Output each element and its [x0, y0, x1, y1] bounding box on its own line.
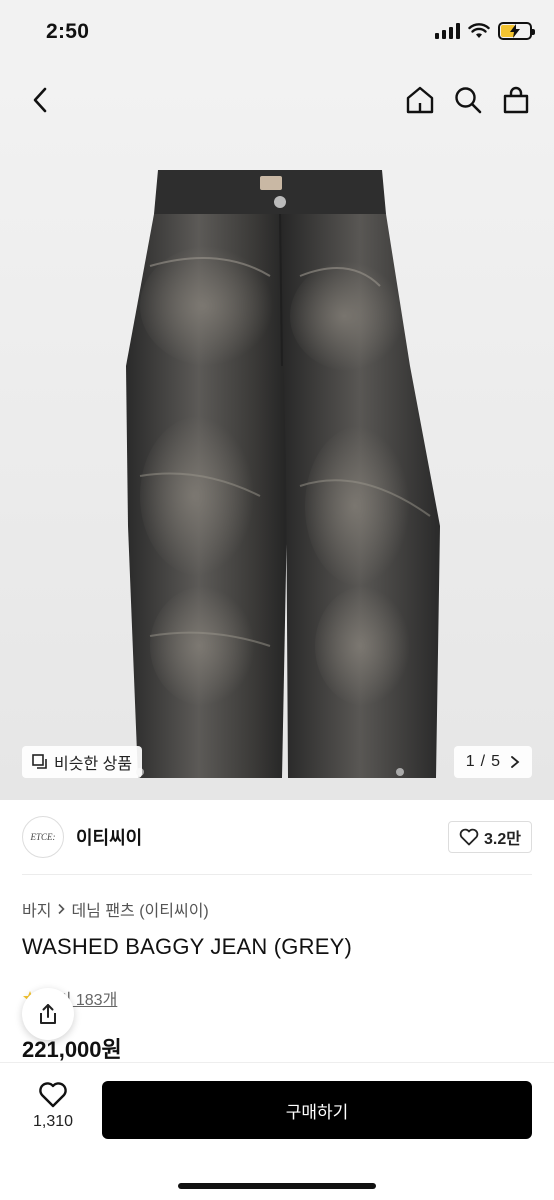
- chevron-right-icon: [58, 903, 66, 915]
- chevron-right-icon: [511, 756, 520, 768]
- buy-button-label: 구매하기: [285, 1102, 349, 1122]
- home-icon: [406, 86, 434, 114]
- product-title: WASHED BAGGY JEAN (GREY): [22, 934, 352, 959]
- cart-button[interactable]: [500, 82, 532, 118]
- bottom-action-bar: 1,310 구매하기: [0, 1062, 554, 1200]
- wifi-icon: [468, 23, 490, 38]
- breadcrumb: 바지 데님 팬츠 (이티씨이): [22, 897, 209, 921]
- heart-icon: [39, 1082, 67, 1108]
- breadcrumb-category[interactable]: 바지: [22, 897, 51, 921]
- search-button[interactable]: [452, 82, 484, 118]
- status-icons: [435, 22, 535, 40]
- copy-icon: [32, 754, 47, 769]
- breadcrumb-subcategory[interactable]: 데님 팬츠 (이티씨이): [71, 897, 208, 921]
- brand-name[interactable]: 이티씨이: [76, 824, 142, 850]
- brand-logo-text: ETCE:: [30, 832, 56, 842]
- status-time: 2:50: [46, 20, 90, 43]
- product-like-count: 1,310: [32, 1113, 74, 1130]
- home-button[interactable]: [404, 82, 436, 118]
- share-icon: [40, 1004, 56, 1024]
- product-image-gallery[interactable]: 비슷한 상품 1 / 5: [0, 66, 554, 800]
- product-photo-jeans: [126, 170, 440, 778]
- brand-like-button[interactable]: 3.2만: [448, 821, 532, 853]
- product-like-button[interactable]: 1,310: [18, 1081, 88, 1131]
- shopping-bag-icon: [503, 86, 529, 114]
- product-price: 221,000원: [22, 1037, 122, 1062]
- charging-bolt-icon: [510, 24, 520, 38]
- brand-logo[interactable]: ETCE:: [22, 816, 64, 858]
- brand-row[interactable]: ETCE: 이티씨이 3.2만: [0, 800, 554, 874]
- back-button[interactable]: [24, 82, 56, 118]
- pager-total: 5: [491, 753, 500, 770]
- search-icon: [455, 87, 482, 114]
- pager-separator: /: [480, 753, 486, 770]
- similar-products-label: 비슷한 상품: [54, 756, 133, 773]
- divider: [22, 874, 532, 875]
- image-pager[interactable]: 1 / 5: [453, 746, 532, 778]
- buy-button[interactable]: 구매하기: [102, 1081, 532, 1139]
- home-indicator[interactable]: [178, 1183, 376, 1189]
- brand-like-count: 3.2만: [484, 831, 521, 848]
- battery-icon: [498, 22, 535, 40]
- status-bar: 2:50: [0, 0, 554, 66]
- chevron-left-icon: [33, 87, 47, 113]
- heart-icon: [459, 828, 479, 846]
- top-nav-actions: [404, 82, 532, 118]
- cellular-signal-icon: [435, 23, 460, 39]
- pager-current: 1: [465, 753, 475, 770]
- similar-products-button[interactable]: 비슷한 상품: [22, 746, 143, 778]
